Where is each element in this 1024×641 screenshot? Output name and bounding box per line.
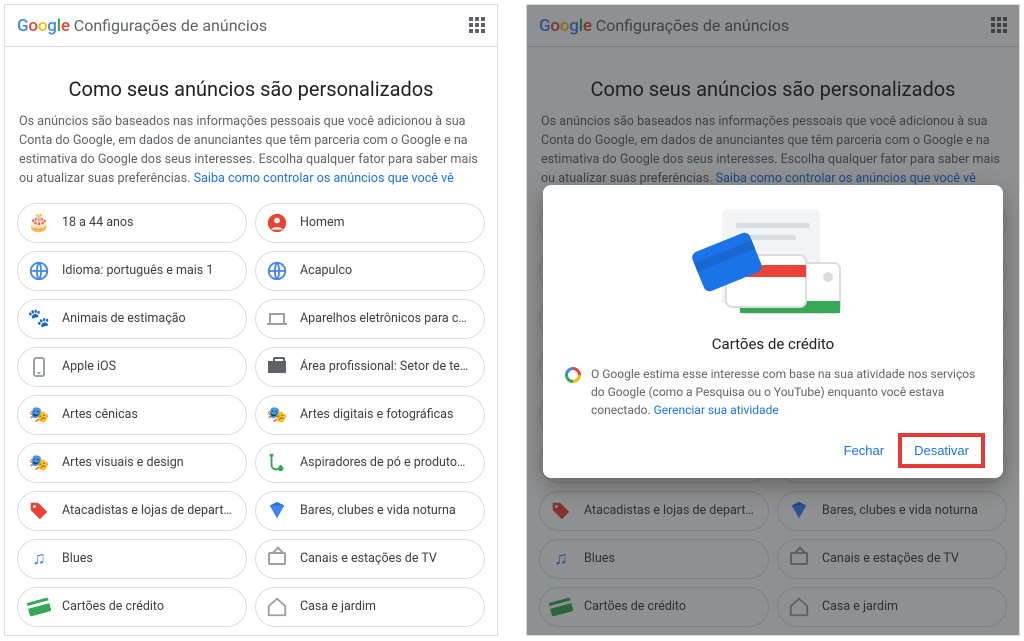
factors-grid: 🎂 18 a 44 anos Homem Idioma: português e ma… (15, 203, 487, 636)
theater-masks-icon: 🎭 (29, 405, 49, 424)
factor-chip[interactable]: Aspiradores de pó e produtos para ... (255, 443, 485, 483)
dialog-info-text: O Google estima esse interesse com base … (591, 365, 981, 419)
appbar: Google Configurações de anúncios (5, 5, 497, 47)
chip-icon: 🎭 (266, 404, 288, 426)
phone-icon (33, 357, 45, 377)
price-tag-icon (28, 500, 50, 522)
dialog-info-row: O Google estima esse interesse com base … (565, 365, 981, 419)
chip-label: Artes visuais e design (62, 455, 184, 470)
chip-icon (28, 356, 50, 378)
chip-label: Apple iOS (62, 359, 116, 374)
chip-icon (266, 356, 288, 378)
chip-label: Aspiradores de pó e produtos para ... (300, 455, 470, 470)
tv-icon (268, 552, 286, 565)
google-g-icon (565, 367, 581, 383)
chip-icon: 🎂 (28, 212, 50, 234)
factor-chip[interactable]: 🎭 Artes digitais e fotográficas (255, 395, 485, 435)
chip-icon (266, 260, 288, 282)
chip-label: Artes digitais e fotográficas (300, 407, 453, 422)
right-panel: Google Configurações de anúncios Como se… (526, 4, 1020, 636)
chip-label: Área profissional: Setor de tecnolo... (300, 359, 470, 374)
factor-chip[interactable]: Cinema (255, 635, 485, 636)
briefcase-icon (268, 361, 286, 373)
factor-chip[interactable]: 🎂 18 a 44 anos (17, 203, 247, 243)
factor-chip[interactable]: 🎭 Artes visuais e design (17, 443, 247, 483)
factor-chip[interactable]: ♫ Blues (17, 539, 247, 579)
paw-icon: 🐾 (28, 308, 50, 329)
factor-chip[interactable]: 🎭 Artes cênicas (17, 395, 247, 435)
vacuum-icon (266, 452, 288, 474)
content: Como seus anúncios são personalizados Os… (5, 47, 497, 636)
google-logo: Google (17, 16, 70, 36)
factor-chip[interactable]: Bares, clubes e vida noturna (255, 491, 485, 531)
factor-chip[interactable]: Canais e estações de TV (255, 539, 485, 579)
chip-icon (28, 500, 50, 522)
globe-icon (266, 260, 288, 282)
chip-label: Cartões de crédito (62, 599, 164, 614)
cake-icon: 🎂 (28, 212, 50, 233)
chip-icon (266, 548, 288, 570)
chip-label: Homem (300, 215, 345, 230)
chip-label: Acapulco (300, 263, 352, 278)
dialog-illustration (565, 203, 981, 323)
factor-dialog: Cartões de crédito O Google estima esse … (543, 185, 1003, 478)
chip-icon (266, 596, 288, 618)
page-title: Como seus anúncios são personalizados (15, 77, 487, 101)
left-panel: Google Configurações de anúncios Como se… (4, 4, 498, 636)
chip-icon: 🎭 (28, 404, 50, 426)
theater-masks-icon: 🎭 (29, 453, 49, 472)
disable-button[interactable]: Desativar (902, 437, 981, 464)
theater-masks-icon: 🎭 (267, 405, 287, 424)
chip-icon (266, 212, 288, 234)
chip-label: 18 a 44 anos (62, 215, 133, 230)
factor-chip[interactable]: Cartões de crédito (17, 587, 247, 627)
chip-label: Artes cênicas (62, 407, 138, 422)
chip-label: Bares, clubes e vida noturna (300, 503, 456, 518)
chip-label: Idioma: português e mais 1 (62, 263, 213, 278)
chip-label: Animais de estimação (62, 311, 186, 326)
apps-menu-icon[interactable] (469, 17, 487, 35)
chip-label: Casa e jardim (300, 599, 376, 614)
chip-icon: ♫ (28, 548, 50, 570)
dialog-title: Cartões de crédito (565, 335, 981, 353)
page-description: Os anúncios são baseados nas informações… (15, 113, 487, 189)
factor-chip[interactable]: Área profissional: Setor de tecnolo... (255, 347, 485, 387)
chip-icon: 🎭 (28, 452, 50, 474)
music-note-icon: ♫ (32, 548, 46, 569)
chip-icon (28, 260, 50, 282)
chip-icon (266, 308, 288, 330)
factor-chip[interactable]: Atacadistas e lojas de departament... (17, 491, 247, 531)
factor-chip[interactable]: Acapulco (255, 251, 485, 291)
chip-icon (266, 500, 288, 522)
home-icon (266, 596, 288, 618)
chip-icon (28, 596, 50, 618)
factor-chip[interactable]: Homem (255, 203, 485, 243)
person-icon (267, 213, 287, 233)
chip-label: Aparelhos eletrônicos para consum... (300, 311, 470, 326)
factor-chip[interactable]: Celulares (17, 635, 247, 636)
appbar-title: Configurações de anúncios (74, 16, 267, 35)
manage-activity-link[interactable]: Gerenciar sua atividade (654, 403, 779, 417)
dialog-actions: Fechar Desativar (565, 437, 981, 464)
diamond-icon (266, 500, 288, 522)
chip-icon (266, 452, 288, 474)
factor-chip[interactable]: 🐾 Animais de estimação (17, 299, 247, 339)
factor-chip[interactable]: Apple iOS (17, 347, 247, 387)
chip-label: Canais e estações de TV (300, 551, 437, 566)
laptop-icon (267, 313, 287, 325)
factor-chip[interactable]: Idioma: português e mais 1 (17, 251, 247, 291)
factor-chip[interactable]: Aparelhos eletrônicos para consum... (255, 299, 485, 339)
factor-chip[interactable]: Casa e jardim (255, 587, 485, 627)
learn-more-link[interactable]: Saiba como controlar os anúncios que voc… (194, 171, 454, 186)
globe-icon (28, 260, 50, 282)
chip-icon: 🐾 (28, 308, 50, 330)
close-button[interactable]: Fechar (832, 437, 896, 464)
credit-card-icon (27, 597, 52, 616)
chip-label: Blues (62, 551, 93, 566)
chip-label: Atacadistas e lojas de departament... (62, 503, 232, 518)
